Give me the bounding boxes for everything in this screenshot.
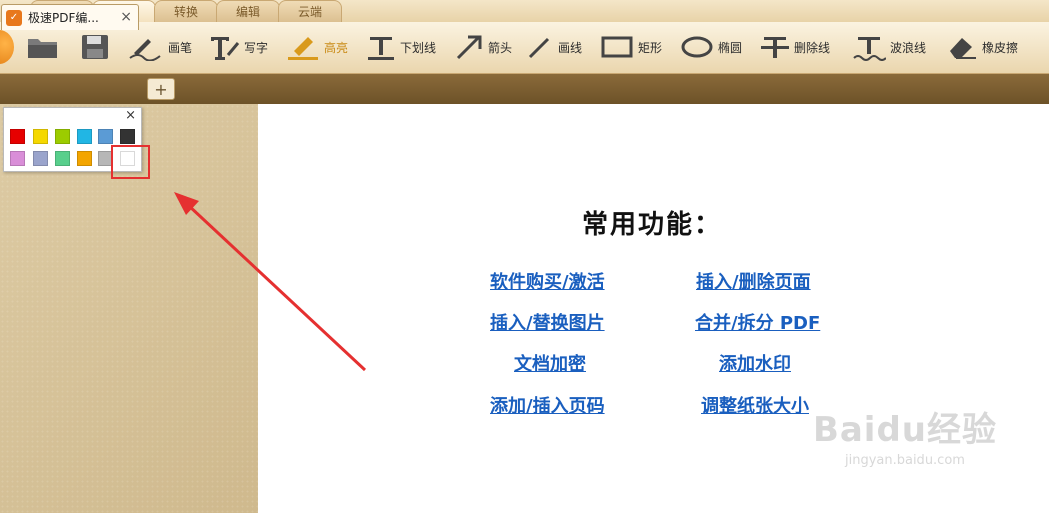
pdf-app-icon: ✓ (6, 9, 22, 26)
tool-label: 删除线 (794, 40, 831, 55)
tool-label: 波浪线 (890, 40, 927, 55)
color-swatch-red[interactable] (10, 129, 25, 144)
tool-write[interactable]: 写字 (208, 30, 268, 64)
document-tab-title: 极速PDF编... (28, 11, 99, 25)
open-button[interactable] (26, 30, 60, 64)
new-tab-button[interactable]: + (147, 78, 175, 100)
page-heading: 常用功能： (582, 210, 723, 240)
eraser-icon (950, 38, 976, 59)
tool-label: 橡皮擦 (982, 40, 1019, 55)
color-swatch-yellow[interactable] (33, 129, 48, 144)
arrow-icon (456, 35, 482, 60)
tool-pen[interactable]: 画笔 (128, 30, 192, 64)
link-add-watermark[interactable]: 添加水印 (719, 350, 791, 376)
save-button[interactable] (80, 30, 110, 64)
tab-label: 编辑 (235, 5, 260, 19)
tool-label: 下划线 (400, 40, 437, 55)
folder-icon (28, 39, 57, 58)
ellipse-icon (681, 36, 713, 58)
text-icon (211, 37, 240, 60)
wavy-underline-icon (853, 37, 886, 61)
tool-underline[interactable]: 下划线 (366, 30, 436, 64)
color-swatch-black[interactable] (120, 129, 135, 144)
tool-arrow[interactable]: 箭头 (454, 30, 512, 64)
color-swatch-mint[interactable] (55, 151, 70, 166)
link-merge-split-pdf[interactable]: 合并/拆分 PDF (695, 309, 820, 335)
tool-eraser[interactable]: 橡皮擦 (946, 30, 1018, 64)
tab-label: 云端 (297, 5, 322, 19)
tool-label: 高亮 (324, 40, 349, 55)
pen-icon (129, 39, 161, 61)
link-purchase-activate[interactable]: 软件购买/激活 (490, 268, 605, 294)
link-encrypt-document[interactable]: 文档加密 (514, 350, 586, 376)
tool-highlight[interactable]: 高亮 (286, 30, 348, 64)
baidu-watermark: Baidu经验 jingyan.baidu.com (813, 402, 997, 468)
annotation-toolbar: 画笔 写字 高亮 下划线 箭头 画线 矩形 椭圆 删除线 波浪线 橡皮擦 (0, 22, 1049, 74)
color-swatch-orange[interactable] (77, 151, 92, 166)
tab-cloud[interactable]: 云端 (278, 0, 342, 22)
document-tab[interactable]: ✓ 极速PDF编... × (1, 4, 139, 30)
tool-ellipse[interactable]: 椭圆 (680, 30, 742, 64)
ribbon-tab-bar: 阅读 注释 转换 编辑 云端 (0, 0, 1049, 22)
strikethrough-icon (761, 37, 789, 58)
link-adjust-paper-size[interactable]: 调整纸张大小 (701, 392, 809, 418)
app-menu-orb[interactable] (0, 30, 14, 64)
tool-label: 箭头 (488, 40, 513, 55)
tool-line[interactable]: 画线 (526, 30, 582, 64)
link-insert-replace-image[interactable]: 插入/替换图片 (490, 309, 605, 335)
tool-label: 矩形 (638, 40, 663, 55)
tool-wavy-line[interactable]: 波浪线 (852, 30, 926, 64)
link-insert-delete-page[interactable]: 插入/删除页面 (696, 268, 811, 294)
tab-edit[interactable]: 编辑 (216, 0, 280, 22)
color-swatch-blue[interactable] (98, 129, 113, 144)
underline-icon (368, 37, 394, 60)
tool-label: 写字 (244, 40, 269, 55)
highlighter-icon (288, 37, 318, 60)
close-tab-icon[interactable]: × (120, 9, 132, 25)
tool-strikethrough[interactable]: 删除线 (760, 30, 830, 64)
tool-label: 画笔 (168, 40, 193, 55)
watermark-brand: Baidu经验 (812, 410, 997, 450)
color-swatch-pink[interactable] (10, 151, 25, 166)
tool-label: 画线 (558, 40, 583, 55)
link-add-page-number[interactable]: 添加/插入页码 (490, 392, 605, 418)
rectangle-icon (601, 36, 633, 58)
tool-label: 椭圆 (718, 40, 743, 55)
tab-label: 转换 (173, 5, 198, 19)
tool-rectangle[interactable]: 矩形 (600, 30, 662, 64)
line-icon (528, 37, 550, 59)
annotation-highlight-box (111, 145, 150, 179)
color-swatch-cyan[interactable] (77, 129, 92, 144)
color-swatch-lavender[interactable] (33, 151, 48, 166)
color-swatch-green[interactable] (55, 129, 70, 144)
save-icon (82, 35, 108, 59)
tab-convert[interactable]: 转换 (154, 0, 218, 22)
watermark-url: jingyan.baidu.com (844, 453, 965, 468)
close-icon[interactable]: × (125, 108, 136, 123)
